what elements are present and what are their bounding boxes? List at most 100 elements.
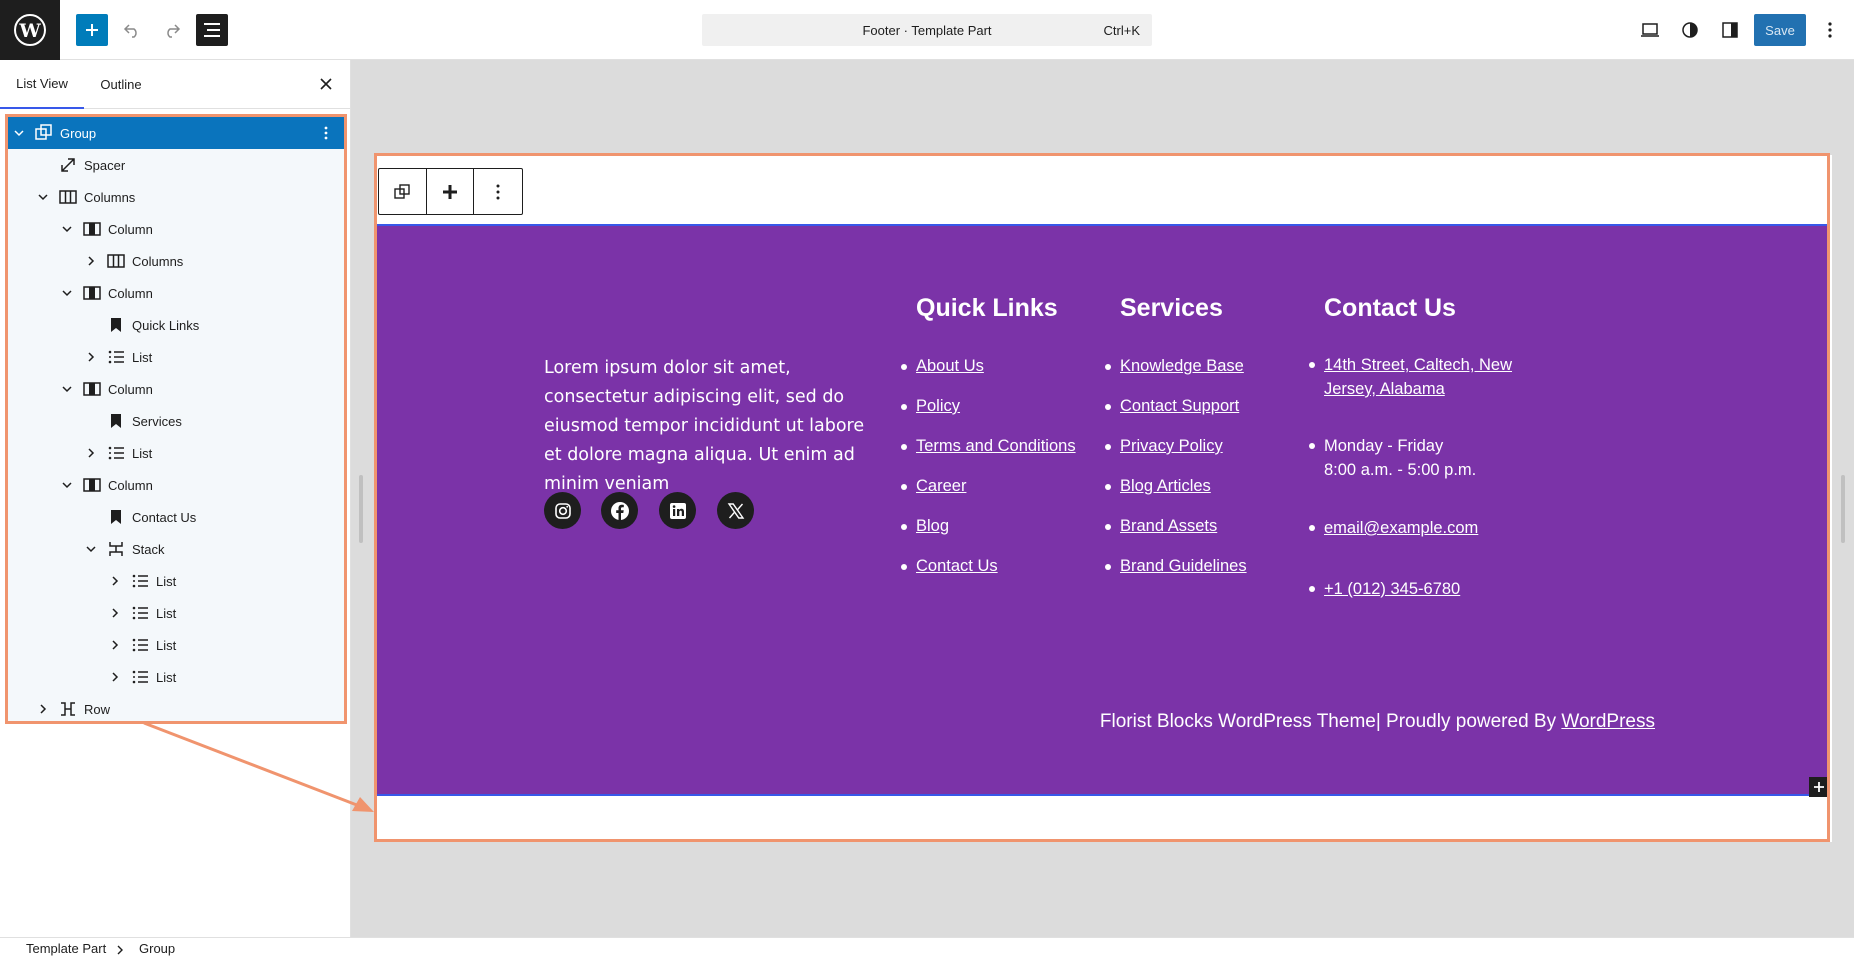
contact-heading: Contact Us [1324, 294, 1456, 322]
chevron-right-icon[interactable] [108, 574, 122, 588]
chevron-right-icon[interactable] [84, 350, 98, 364]
block-tree: Group Spacer Columns Column Columns Column Qui… [5, 114, 347, 724]
list-item[interactable]: Terms and Conditions [901, 436, 1076, 476]
sidebar-tabs: List View Outline [0, 60, 350, 109]
email-link[interactable]: email@example.com [1308, 516, 1478, 540]
phone-link[interactable]: +1 (012) 345-6780 [1308, 577, 1460, 601]
undo-button[interactable] [116, 14, 148, 46]
document-title-bar[interactable]: Footer · Template Part Ctrl+K [702, 14, 1152, 46]
address-line: 14th Street, Caltech, New [1324, 356, 1513, 374]
list-item[interactable]: Brand Assets [1105, 516, 1247, 556]
tree-item-columns[interactable]: Columns [8, 245, 344, 277]
tree-item-spacer[interactable]: Spacer [8, 149, 344, 181]
redo-icon [167, 24, 181, 38]
breadcrumb-template-part[interactable]: Template Part [26, 941, 106, 956]
bookmark-icon [106, 411, 126, 431]
block-options-button[interactable] [474, 169, 522, 214]
tree-item-column[interactable]: Column [8, 213, 344, 245]
tree-item-column[interactable]: Column [8, 373, 344, 405]
tree-item-list[interactable]: List [8, 661, 344, 693]
move-button[interactable] [427, 169, 475, 214]
tree-item-contact-us[interactable]: Contact Us [8, 501, 344, 533]
vertical-ellipsis-icon [496, 184, 500, 199]
list-item[interactable]: Knowledge Base [1105, 356, 1247, 396]
styles-button[interactable] [1674, 14, 1706, 46]
chevron-right-icon[interactable] [108, 670, 122, 684]
chevron-right-icon[interactable] [108, 638, 122, 652]
chevron-down-icon[interactable] [36, 190, 50, 204]
tree-item-list[interactable]: List [8, 597, 344, 629]
device-preview-button[interactable] [1634, 14, 1666, 46]
instagram-link[interactable] [544, 492, 581, 529]
x-link[interactable] [717, 492, 754, 529]
list-item[interactable]: About Us [901, 356, 1076, 396]
close-icon [320, 78, 332, 90]
chevron-down-icon[interactable] [60, 478, 74, 492]
list-item[interactable]: Privacy Policy [1105, 436, 1247, 476]
address-link[interactable]: 14th Street, Caltech, New Jersey, Alabam… [1308, 353, 1513, 401]
breadcrumb-group[interactable]: Group [139, 941, 175, 956]
chevron-down-icon[interactable] [60, 382, 74, 396]
tree-item-list[interactable]: List [8, 565, 344, 597]
about-text: Lorem ipsum dolor sit amet, consectetur … [544, 358, 865, 494]
footer-group[interactable]: Lorem ipsum dolor sit amet, consectetur … [377, 224, 1829, 797]
list-item[interactable]: Blog Articles [1105, 476, 1247, 516]
list-item[interactable]: Contact Support [1105, 396, 1247, 436]
opening-hours: Monday - Friday 8:00 a.m. - 5:00 p.m. [1308, 434, 1476, 482]
editor-header: W Footer · Template Part Ctrl+K Save [0, 0, 1854, 60]
settings-sidebar-button[interactable] [1714, 14, 1746, 46]
redo-button[interactable] [156, 14, 188, 46]
tree-item-group[interactable]: Group [8, 117, 344, 149]
chevron-down-icon[interactable] [12, 126, 26, 140]
resize-handle-right[interactable] [1841, 475, 1845, 543]
list-item[interactable]: Brand Guidelines [1105, 556, 1247, 596]
tree-item-list[interactable]: List [8, 629, 344, 661]
save-button[interactable]: Save [1754, 14, 1806, 46]
vertical-ellipsis-icon[interactable] [318, 121, 334, 145]
list-icon [130, 571, 150, 591]
tab-outline[interactable]: Outline [92, 60, 150, 109]
plus-icon [1814, 782, 1824, 792]
tree-item-column[interactable]: Column [8, 277, 344, 309]
bookmark-icon [106, 507, 126, 527]
close-sidebar-button[interactable] [314, 72, 338, 96]
tree-item-services[interactable]: Services [8, 405, 344, 437]
tree-item-quick-links[interactable]: Quick Links [8, 309, 344, 341]
chevron-right-icon[interactable] [36, 702, 50, 716]
wordpress-logo-icon[interactable]: W [0, 0, 60, 60]
chevron-right-icon [117, 945, 123, 955]
row-icon [58, 699, 78, 719]
tree-item-label: Spacer [84, 157, 126, 173]
tree-item-list[interactable]: List [8, 341, 344, 373]
linkedin-link[interactable] [659, 492, 696, 529]
tree-item-list[interactable]: List [8, 437, 344, 469]
chevron-right-icon[interactable] [84, 446, 98, 460]
add-block-button[interactable] [76, 14, 108, 46]
tree-item-label: Column [108, 477, 153, 493]
tree-item-label: List [156, 573, 177, 589]
chevron-down-icon[interactable] [84, 542, 98, 556]
resize-handle-left[interactable] [359, 475, 363, 543]
list-item[interactable]: Blog [901, 516, 1076, 556]
chevron-right-icon[interactable] [84, 254, 98, 268]
list-view-sidebar: List View Outline Group Spacer Columns Colu… [0, 60, 351, 937]
list-item[interactable]: Contact Us [901, 556, 1076, 596]
block-inserter-button[interactable] [1809, 777, 1829, 797]
tab-list-view[interactable]: List View [0, 60, 84, 109]
vertical-ellipsis-icon [1828, 22, 1832, 38]
list-view-toggle-button[interactable] [196, 14, 228, 46]
block-toolbar [378, 168, 523, 215]
tree-item-column[interactable]: Column [8, 469, 344, 501]
tree-item-columns[interactable]: Columns [8, 181, 344, 213]
list-item[interactable]: Policy [901, 396, 1076, 436]
list-item[interactable]: Career [901, 476, 1076, 516]
options-button[interactable] [1814, 14, 1846, 46]
facebook-link[interactable] [601, 492, 638, 529]
block-type-button[interactable] [379, 169, 427, 214]
tree-item-row[interactable]: Row [8, 693, 344, 725]
chevron-down-icon[interactable] [60, 286, 74, 300]
wordpress-link[interactable]: WordPress [1561, 711, 1655, 732]
tree-item-stack[interactable]: Stack [8, 533, 344, 565]
chevron-down-icon[interactable] [60, 222, 74, 236]
chevron-right-icon[interactable] [108, 606, 122, 620]
